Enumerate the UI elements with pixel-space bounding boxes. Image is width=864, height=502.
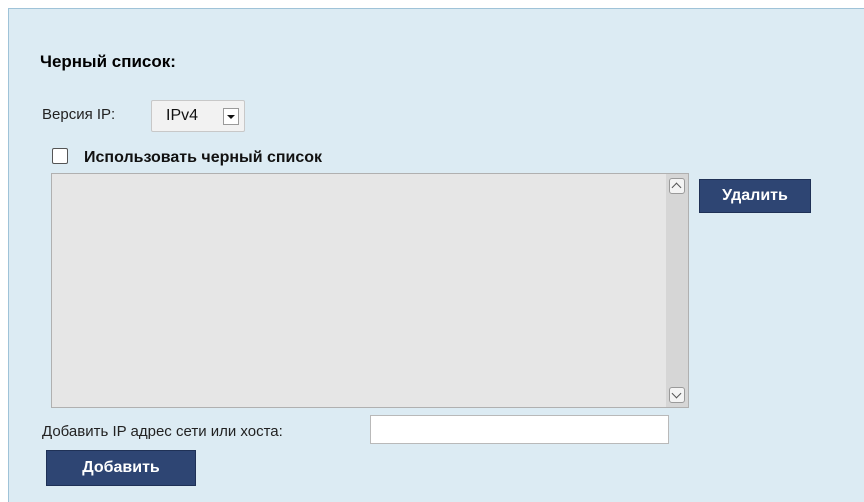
blacklist-panel: Черный список: Версия IP: IPv4 Использов…: [8, 8, 864, 502]
blacklist-listbox[interactable]: [51, 173, 689, 408]
ip-version-value: IPv4: [166, 107, 199, 124]
chevron-down-icon[interactable]: [223, 108, 239, 125]
add-address-label: Добавить IP адрес сети или хоста:: [42, 423, 283, 440]
add-address-input[interactable]: [370, 415, 669, 444]
chevron-up-icon[interactable]: [669, 178, 685, 194]
delete-button[interactable]: Удалить: [699, 179, 811, 213]
ip-version-label: Версия IP:: [42, 106, 116, 123]
section-title: Черный список:: [40, 52, 176, 71]
use-blacklist-label[interactable]: Использовать черный список: [84, 149, 322, 167]
add-button[interactable]: Добавить: [46, 450, 196, 486]
listbox-scrollbar[interactable]: [666, 174, 688, 407]
chevron-down-icon[interactable]: [669, 387, 685, 403]
use-blacklist-checkbox[interactable]: [52, 148, 68, 164]
ip-version-select[interactable]: IPv4: [151, 100, 245, 132]
